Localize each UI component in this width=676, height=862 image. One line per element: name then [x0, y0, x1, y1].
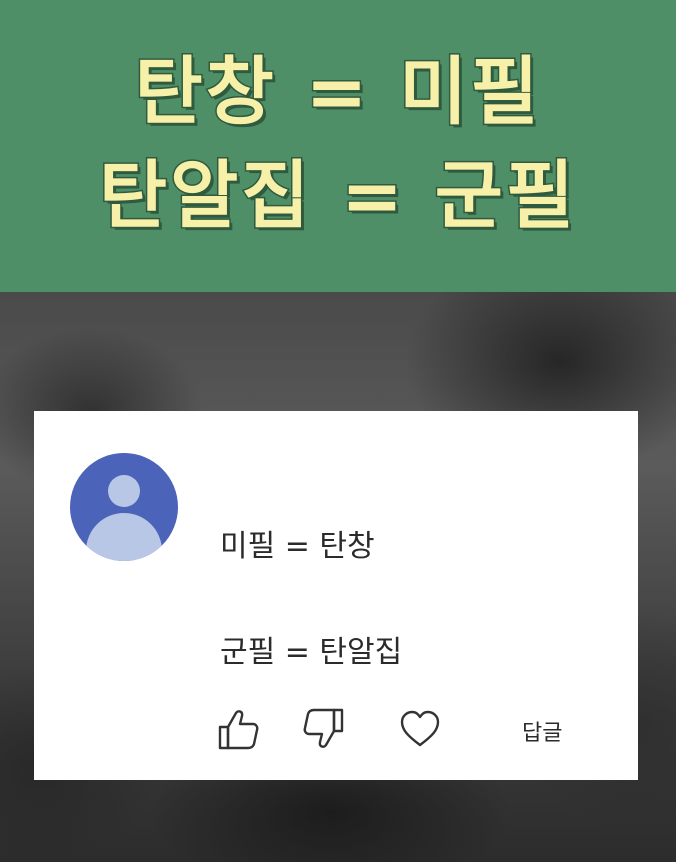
title-line-1: 탄창 = 미필 [133, 48, 542, 137]
reply-button[interactable]: 답글 [522, 715, 562, 747]
thumbs-down-icon[interactable] [302, 707, 346, 751]
comment-text-line-1: 미필 = 탄창 [220, 529, 375, 564]
comment-card: 미필 = 탄창 군필 = 탄알집 답글 [34, 411, 638, 780]
avatar-body [86, 513, 162, 561]
avatar-head [108, 475, 140, 507]
title-line-2: 탄알집 = 군필 [98, 152, 577, 241]
thumbs-up-icon[interactable] [216, 707, 260, 751]
title-banner: 탄창 = 미필 탄알집 = 군필 [0, 0, 676, 292]
heart-icon[interactable] [398, 707, 442, 751]
avatar[interactable] [70, 453, 178, 561]
comment-text-line-2: 군필 = 탄알집 [220, 635, 403, 670]
